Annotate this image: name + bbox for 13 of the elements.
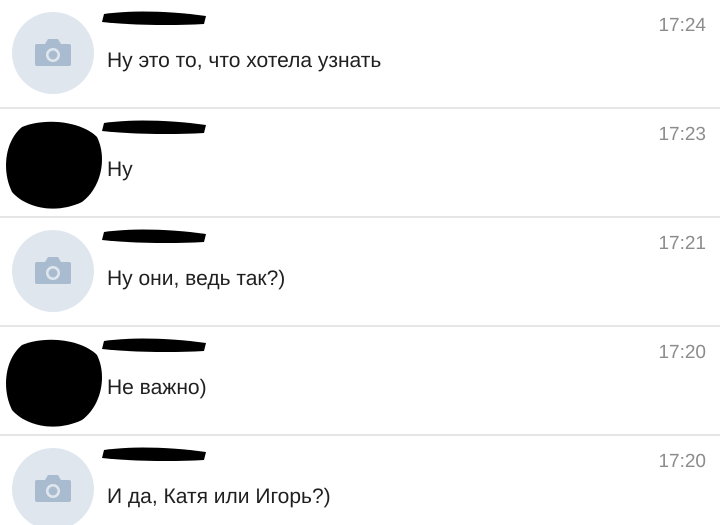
message-time: 17:24 [658, 14, 706, 38]
camera-icon [33, 38, 73, 68]
message-time: 17:20 [658, 450, 706, 474]
camera-icon [33, 474, 73, 504]
message-time: 17:20 [658, 341, 706, 365]
message-text: И да, Катя или Игорь?) [107, 484, 331, 510]
message-text: Не важно) [107, 375, 207, 401]
message-text: Ну [107, 157, 133, 183]
message-time: 17:23 [658, 123, 706, 147]
camera-icon [33, 256, 73, 286]
message-text: Ну это то, что хотела узнать [107, 48, 382, 74]
message-time: 17:21 [658, 232, 706, 256]
message-text: Ну они, ведь так?) [107, 266, 286, 292]
